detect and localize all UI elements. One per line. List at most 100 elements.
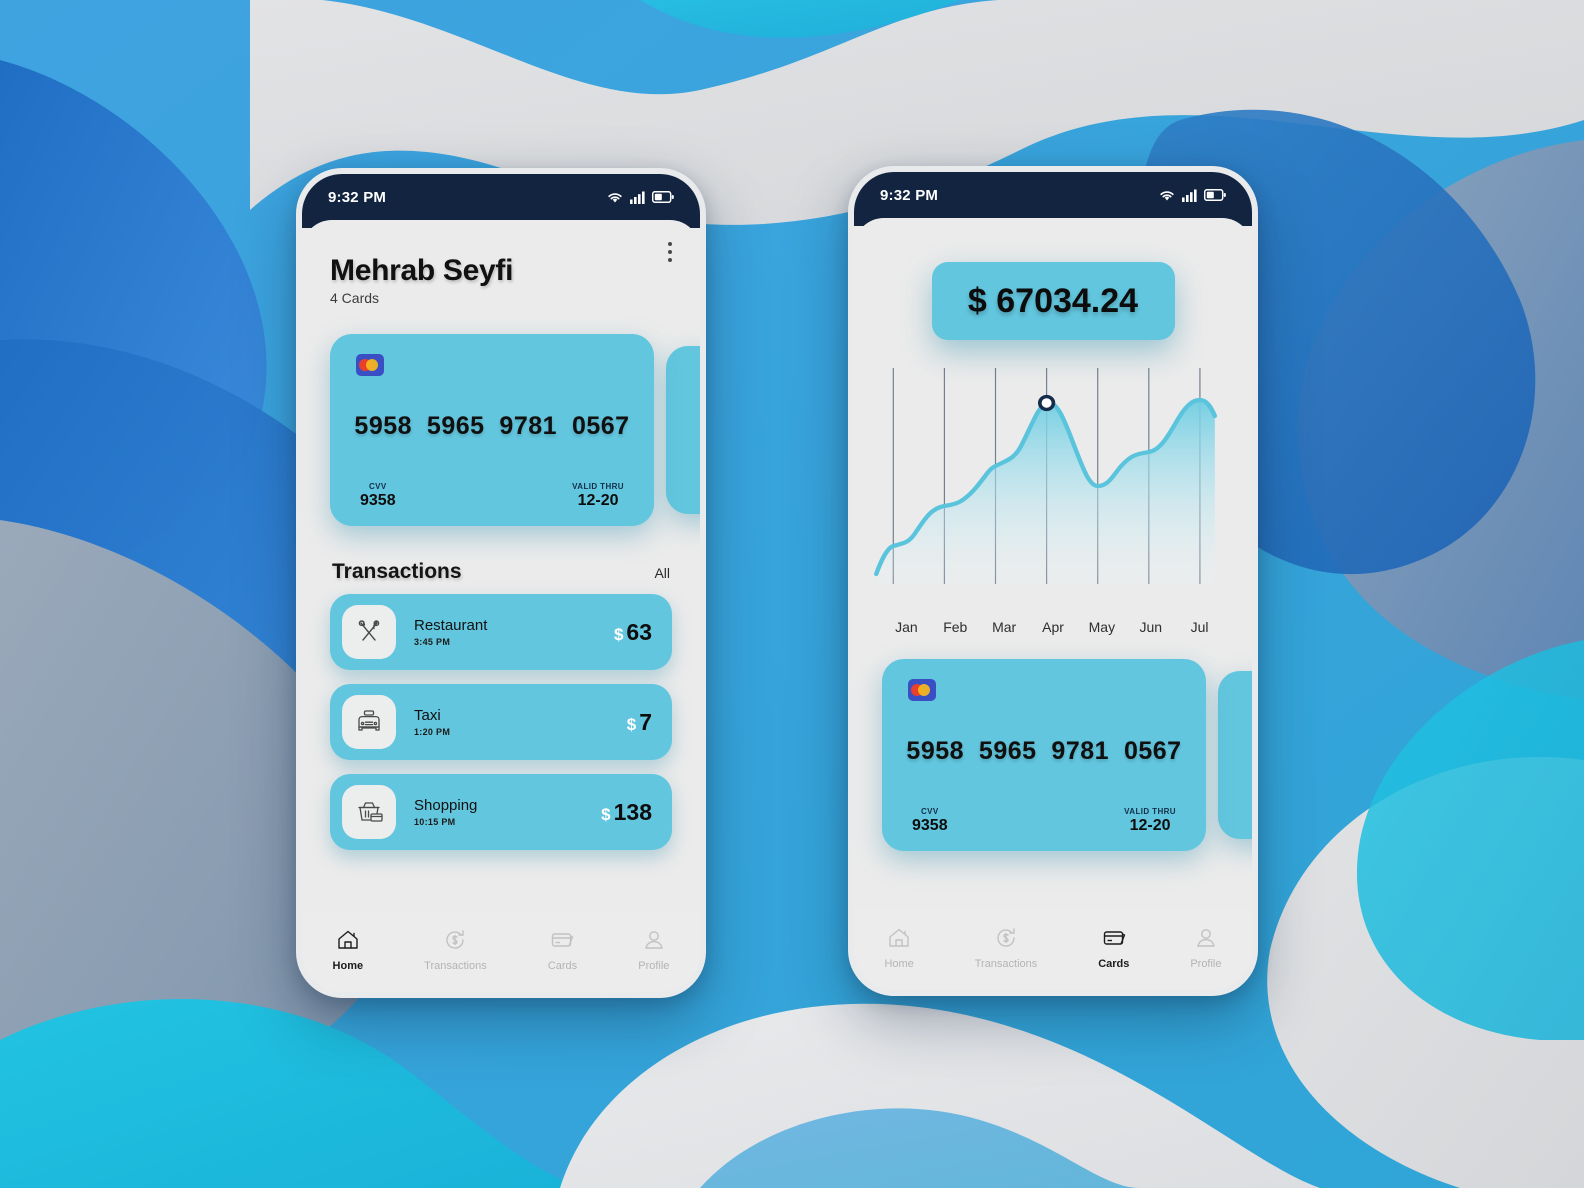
credit-card-primary[interactable]: 5958 5965 9781 0567 CVV 9358 VALID THRU … bbox=[882, 659, 1206, 851]
list-item[interactable]: Taxi 1:20 PM $7 bbox=[330, 684, 672, 760]
transactions-list: Restaurant 3:45 PM $63 Taxi 1:20 PM $ 7 … bbox=[302, 584, 700, 850]
chart-marker[interactable] bbox=[1037, 394, 1056, 412]
currency-symbol: $ bbox=[601, 804, 611, 824]
transaction-time: 3:45 PM bbox=[414, 637, 451, 647]
wifi-icon bbox=[1160, 190, 1174, 200]
bottom-nav: Home Transactions Cards Profile bbox=[854, 910, 1252, 990]
nav-item-transactions[interactable]: Transactions bbox=[424, 927, 487, 972]
more-vertical-icon[interactable] bbox=[668, 242, 672, 262]
credit-card-secondary[interactable] bbox=[666, 346, 700, 514]
profile-icon bbox=[1197, 928, 1215, 947]
transactions-all-link[interactable]: All bbox=[654, 565, 670, 581]
transaction-time: 1:20 PM bbox=[414, 727, 451, 737]
nav-label: Profile bbox=[1190, 957, 1222, 970]
list-item[interactable]: Shopping 10:15 PM $138 bbox=[330, 774, 672, 850]
chart-x-tick: Mar bbox=[992, 619, 1017, 635]
chart-area bbox=[876, 400, 1215, 584]
chart-x-tick: Apr bbox=[1042, 619, 1064, 635]
transaction-time: 10:15 PM bbox=[414, 817, 456, 827]
card-number: 5958 5965 9781 0567 bbox=[354, 412, 630, 440]
nav-label: Transactions bbox=[424, 959, 487, 972]
phone-right: 9:32 PM $ 67034.24 Jan Feb Mar Apr May J… bbox=[848, 166, 1258, 996]
nav-item-profile[interactable]: Profile bbox=[1190, 925, 1222, 970]
transaction-amount: $7 bbox=[627, 709, 652, 736]
transactions-icon bbox=[446, 929, 465, 949]
balance-chart[interactable]: Jan Feb Mar Apr May Jun Jul bbox=[854, 362, 1252, 635]
mastercard-icon bbox=[356, 354, 384, 376]
chart-x-tick: May bbox=[1088, 619, 1116, 635]
shopping-icon bbox=[342, 785, 396, 839]
signal-icon bbox=[1182, 189, 1197, 202]
nav-label: Home bbox=[884, 957, 914, 970]
status-bar-time: 9:32 PM bbox=[328, 188, 387, 206]
nav-item-profile[interactable]: Profile bbox=[638, 927, 669, 972]
amount-value: 7 bbox=[639, 708, 652, 735]
app-header: Mehrab Seyfi 4 Cards bbox=[302, 220, 700, 306]
wifi-icon bbox=[608, 192, 622, 202]
status-bar-icons bbox=[607, 191, 674, 204]
card-valid-label: VALID THRU bbox=[1124, 807, 1176, 816]
battery-icon bbox=[652, 191, 674, 203]
card-valid-value: 12-20 bbox=[577, 492, 619, 509]
phone-left-screen-frame: 9:32 PM Mehrab Seyfi 4 Cards 5958 5965 9… bbox=[302, 174, 700, 992]
home-icon bbox=[338, 930, 358, 949]
card-carousel[interactable]: 5958 5965 9781 0567 CVV 9358 VALID THRU … bbox=[854, 659, 1252, 855]
list-item-meta: Taxi 1:20 PM bbox=[396, 707, 627, 737]
credit-card-secondary[interactable] bbox=[1218, 671, 1252, 839]
chart-x-tick: Jun bbox=[1139, 619, 1163, 635]
mastercard-icon bbox=[908, 679, 936, 701]
transaction-name: Taxi bbox=[414, 707, 441, 724]
phone-left: 9:32 PM Mehrab Seyfi 4 Cards 5958 5965 9… bbox=[296, 168, 706, 998]
background-artwork bbox=[0, 0, 1584, 1188]
card-cvv-label: CVV bbox=[920, 807, 939, 816]
card-cvv: CVV 9358 bbox=[912, 807, 948, 835]
profile-icon bbox=[644, 930, 663, 949]
card-cvv-label: CVV bbox=[368, 482, 387, 491]
card-valid-thru: VALID THRU 12-20 bbox=[1124, 807, 1176, 835]
currency-symbol: $ bbox=[613, 624, 624, 644]
card-cvv: CVV 9358 bbox=[360, 482, 396, 510]
left-screen: Mehrab Seyfi 4 Cards 5958 5965 9781 0567… bbox=[302, 220, 700, 992]
status-bar-icons bbox=[1159, 189, 1226, 202]
nav-item-cards[interactable]: Cards bbox=[548, 927, 577, 972]
home-icon bbox=[889, 928, 909, 947]
nav-item-home[interactable]: Home bbox=[332, 927, 364, 972]
status-bar-time: 9:32 PM bbox=[880, 186, 939, 204]
card-valid-value: 12-20 bbox=[1129, 817, 1171, 834]
list-item-meta: Restaurant 3:45 PM bbox=[396, 617, 614, 647]
credit-card-primary[interactable]: 5958 5965 9781 0567 CVV 9358 VALID THRU … bbox=[330, 334, 654, 526]
list-item[interactable]: Restaurant 3:45 PM $63 bbox=[330, 594, 672, 670]
card-valid-label: VALID THRU bbox=[572, 482, 624, 491]
chart-svg bbox=[874, 368, 1218, 584]
transactions-icon bbox=[997, 927, 1015, 947]
restaurant-icon bbox=[342, 605, 396, 659]
balance-amount: $ 67034.24 bbox=[931, 262, 1175, 340]
nav-label: Home bbox=[332, 959, 364, 972]
card-carousel[interactable]: 5958 5965 9781 0567 CVV 9358 VALID THRU … bbox=[302, 334, 700, 530]
nav-item-home[interactable]: Home bbox=[884, 925, 914, 970]
card-footer: CVV 9358 VALID THRU 12-20 bbox=[912, 807, 1176, 835]
amount-value: 138 bbox=[613, 798, 652, 825]
nav-label: Profile bbox=[638, 959, 670, 972]
card-cvv-value: 9358 bbox=[912, 817, 948, 834]
nav-item-cards[interactable]: Cards bbox=[1098, 925, 1129, 970]
phone-right-screen-frame: 9:32 PM $ 67034.24 Jan Feb Mar Apr May J… bbox=[854, 172, 1252, 990]
cards-icon bbox=[1103, 930, 1125, 945]
taxi-icon bbox=[342, 695, 396, 749]
layout-spacer bbox=[854, 855, 1252, 910]
chart-x-tick: Jul bbox=[1190, 619, 1209, 635]
chart-x-tick: Feb bbox=[943, 619, 968, 635]
card-cvv-value: 9358 bbox=[360, 492, 396, 509]
amount-value: 63 bbox=[626, 618, 652, 645]
chart-x-tick: Jan bbox=[895, 619, 918, 635]
nav-item-transactions[interactable]: Transactions bbox=[975, 925, 1037, 970]
cards-icon bbox=[552, 932, 574, 947]
battery-icon bbox=[1204, 189, 1226, 201]
nav-label: Cards bbox=[1098, 957, 1130, 970]
nav-label: Cards bbox=[547, 959, 578, 972]
transactions-title: Transactions bbox=[332, 560, 462, 583]
signal-icon bbox=[630, 191, 645, 204]
transaction-amount: $138 bbox=[601, 799, 652, 826]
card-count-label: 4 Cards bbox=[330, 290, 380, 306]
bottom-nav: Home Transactions Cards Profile bbox=[302, 912, 700, 992]
